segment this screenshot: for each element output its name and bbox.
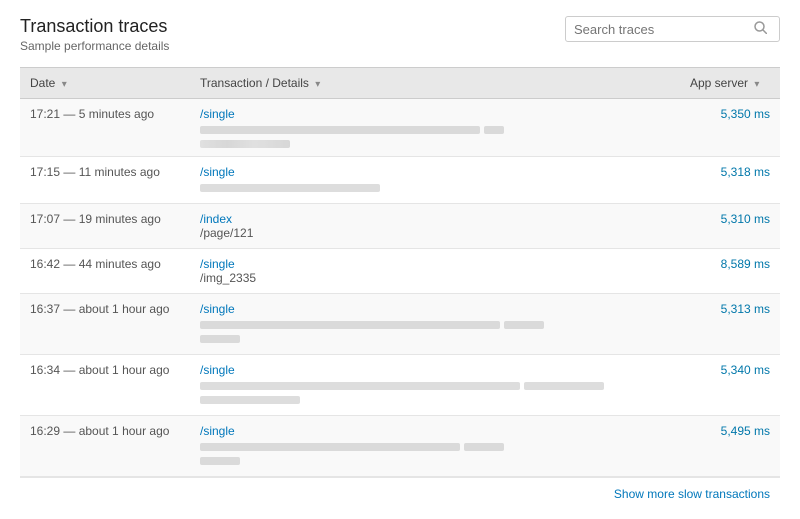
page-subtitle: Sample performance details [20,39,169,53]
transaction-sub: /img_2335 [200,271,670,285]
cell-date: 17:21 — 5 minutes ago [20,99,190,157]
col-header-appserver[interactable]: App server ▾ [680,68,780,99]
blurred-line2 [200,393,670,407]
blurred-line2 [200,454,670,468]
table-row: 17:21 — 5 minutes ago/single 5,350 ms [20,99,780,157]
transaction-detail-blurred [200,440,670,468]
page-container: Transaction traces Sample performance de… [0,0,800,519]
cell-date: 17:15 — 11 minutes ago [20,157,190,204]
cell-transaction: /index/page/121 [190,204,680,249]
transaction-detail-blurred [200,318,670,346]
table-row: 16:29 — about 1 hour ago/single 5,495 ms [20,416,780,477]
header-row: Transaction traces Sample performance de… [20,16,780,53]
transaction-link[interactable]: /single [200,424,670,438]
blurred-line2 [200,332,670,346]
cell-transaction: /single [190,99,680,157]
transaction-link[interactable]: /single [200,257,670,271]
cell-duration: 5,495 ms [680,416,780,477]
transaction-link[interactable]: /single [200,165,670,179]
date-sort-arrow: ▾ [62,79,67,90]
search-icon [754,21,767,37]
cell-transaction: /single [190,157,680,204]
cell-date: 16:29 — about 1 hour ago [20,416,190,477]
cell-duration: 8,589 ms [680,249,780,294]
cell-date: 16:37 — about 1 hour ago [20,294,190,355]
cell-duration: 5,318 ms [680,157,780,204]
cell-duration: 5,313 ms [680,294,780,355]
transaction-sort-arrow: ▾ [315,79,320,90]
transaction-link[interactable]: /single [200,302,670,316]
transaction-detail-blurred [200,181,670,195]
title-block: Transaction traces Sample performance de… [20,16,169,53]
cell-transaction: /single/img_2335 [190,249,680,294]
transaction-link[interactable]: /single [200,363,670,377]
table-row: 16:37 — about 1 hour ago/single 5,313 ms [20,294,780,355]
cell-duration: 5,340 ms [680,355,780,416]
col-header-date[interactable]: Date ▾ [20,68,190,99]
cell-transaction: /single [190,294,680,355]
table-row: 16:42 — 44 minutes ago/single/img_23358,… [20,249,780,294]
appserver-sort-arrow: ▾ [754,79,759,90]
table-header: Date ▾ Transaction / Details ▾ App serve… [20,68,780,99]
table-row: 17:15 — 11 minutes ago/single 5,318 ms [20,157,780,204]
cell-transaction: /single [190,355,680,416]
page-title: Transaction traces [20,16,169,37]
show-more-link[interactable]: Show more slow transactions [614,487,770,501]
search-input[interactable] [574,22,754,37]
cell-duration: 5,350 ms [680,99,780,157]
transaction-link[interactable]: /index [200,212,670,226]
transaction-detail-blurred [200,123,670,148]
transaction-detail-blurred [200,379,670,407]
cell-date: 17:07 — 19 minutes ago [20,204,190,249]
transaction-link[interactable]: /single [200,107,670,121]
table-row: 16:34 — about 1 hour ago/single 5,340 ms [20,355,780,416]
table-body: 17:21 — 5 minutes ago/single5,350 ms17:1… [20,99,780,477]
cell-transaction: /single [190,416,680,477]
transaction-sub: /page/121 [200,226,670,240]
traces-table: Date ▾ Transaction / Details ▾ App serve… [20,67,780,477]
cell-duration: 5,310 ms [680,204,780,249]
col-header-transaction[interactable]: Transaction / Details ▾ [190,68,680,99]
table-row: 17:07 — 19 minutes ago/index/page/1215,3… [20,204,780,249]
cell-date: 16:42 — 44 minutes ago [20,249,190,294]
footer-row: Show more slow transactions [20,477,780,509]
search-box [565,16,780,42]
cell-date: 16:34 — about 1 hour ago [20,355,190,416]
